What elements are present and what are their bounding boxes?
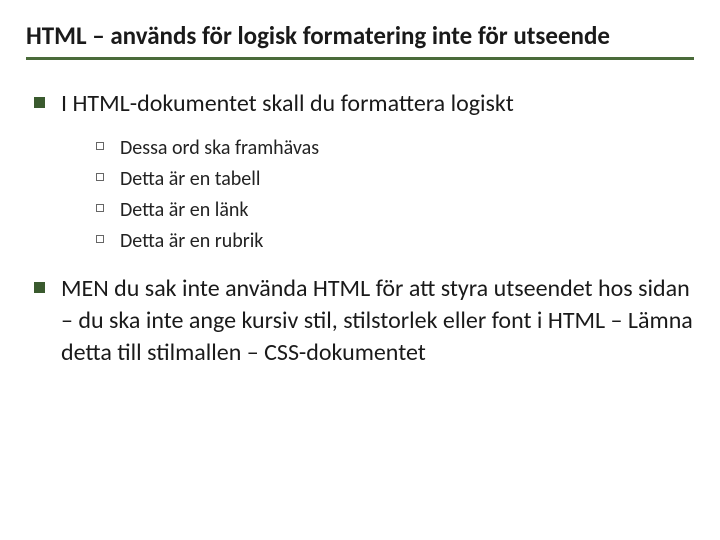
- hollow-square-icon: [96, 142, 104, 150]
- bullet-2: MEN du sak inte använda HTML för att sty…: [26, 273, 694, 370]
- subbullet-1-text: Dessa ord ska framhävas: [120, 135, 319, 162]
- subbullet-2-text: Detta är en tabell: [120, 166, 260, 193]
- square-bullet-icon: [34, 282, 45, 293]
- subbullet-3: Detta är en länk: [26, 197, 694, 224]
- hollow-square-icon: [96, 235, 104, 243]
- sublist: Dessa ord ska framhävas Detta är en tabe…: [26, 135, 694, 255]
- bullet-1-text: I HTML-dokumentet skall du formattera lo…: [61, 88, 514, 120]
- slide: HTML – används för logisk formatering in…: [0, 0, 720, 540]
- title-block: HTML – används för logisk formatering in…: [26, 20, 694, 60]
- subbullet-4: Detta är en rubrik: [26, 228, 694, 255]
- square-bullet-icon: [34, 97, 45, 108]
- hollow-square-icon: [96, 204, 104, 212]
- bullet-list: I HTML-dokumentet skall du formattera lo…: [26, 88, 694, 370]
- subbullet-1: Dessa ord ska framhävas: [26, 135, 694, 162]
- subbullet-4-text: Detta är en rubrik: [120, 228, 263, 255]
- subbullet-2: Detta är en tabell: [26, 166, 694, 193]
- hollow-square-icon: [96, 173, 104, 181]
- sublist-container: Dessa ord ska framhävas Detta är en tabe…: [26, 135, 694, 255]
- subbullet-3-text: Detta är en länk: [120, 197, 249, 224]
- bullet-1: I HTML-dokumentet skall du formattera lo…: [26, 88, 694, 120]
- bullet-2-text: MEN du sak inte använda HTML för att sty…: [61, 273, 694, 370]
- slide-title: HTML – används för logisk formatering in…: [26, 20, 694, 51]
